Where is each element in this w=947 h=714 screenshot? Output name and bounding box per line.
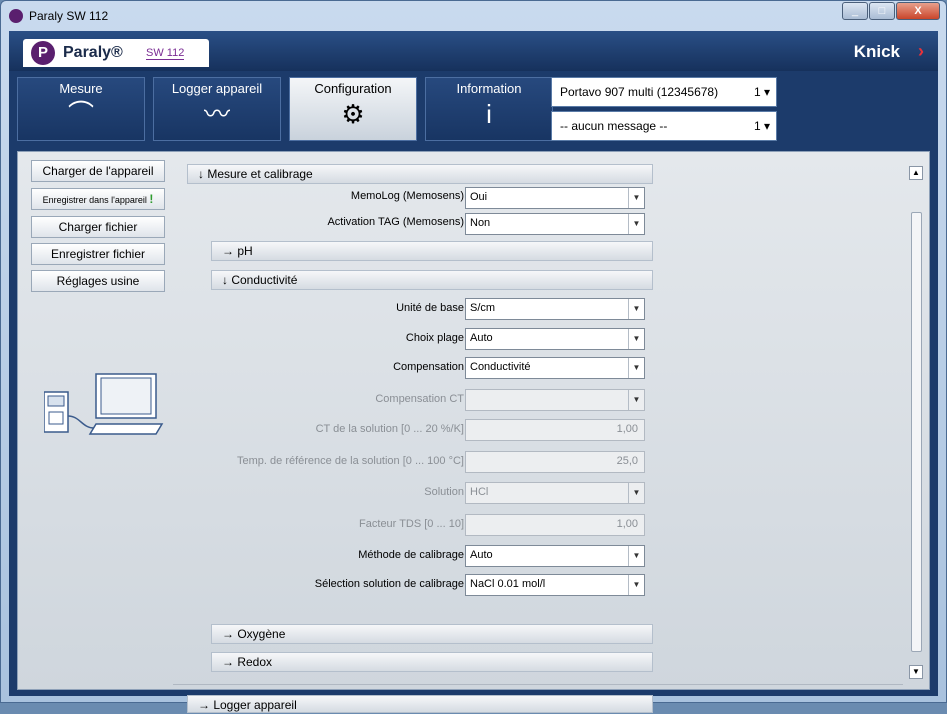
facteur-tds-label: Facteur TDS [0 ... 10] bbox=[359, 518, 464, 530]
logo-name: Paraly® bbox=[63, 44, 123, 61]
choix-plage-value: Auto bbox=[470, 332, 493, 344]
chevron-down-icon: ▼ bbox=[628, 483, 644, 503]
save-to-device-button[interactable]: Enregistrer dans l'appareil ! bbox=[31, 188, 165, 210]
scroll-thumb[interactable] bbox=[911, 212, 922, 652]
solution-value: HCl bbox=[470, 486, 489, 498]
selection-solution-select[interactable]: NaCl 0.01 mol/l ▼ bbox=[465, 574, 645, 596]
device-select-number: 1 ▾ bbox=[753, 85, 770, 99]
activation-tag-value: Non bbox=[470, 217, 491, 229]
section-conductivite[interactable]: ↓ Conductivité bbox=[211, 270, 653, 290]
methode-calibrage-value: Auto bbox=[470, 549, 493, 561]
tab-mesure[interactable]: Mesure ⌒ bbox=[17, 77, 145, 141]
application-window: Paraly SW 112 _ □ X P Paraly® SW 112 ≡ K… bbox=[0, 0, 947, 713]
unite-base-label: Unité de base bbox=[396, 302, 464, 314]
window-title: Paraly SW 112 bbox=[29, 9, 109, 23]
memolog-select[interactable]: Oui ▼ bbox=[465, 187, 645, 209]
app-header: P Paraly® SW 112 ≡ Knick › bbox=[9, 31, 938, 71]
vertical-scrollbar[interactable]: ▲ ▼ bbox=[906, 152, 928, 689]
tab-label: Configuration bbox=[314, 81, 392, 96]
section-redox[interactable]: → Redox bbox=[211, 652, 653, 672]
gear-icon: ⚙ bbox=[341, 99, 365, 129]
section-mesure-calibrage[interactable]: ↓ Mesure et calibrage bbox=[187, 164, 653, 184]
chevron-down-icon: ▼ bbox=[628, 329, 644, 349]
temp-reference-label: Temp. de référence de la solution [0 ...… bbox=[237, 455, 464, 467]
unite-base-select[interactable]: S/cm ▼ bbox=[465, 298, 645, 320]
chevron-down-icon: ▼ bbox=[628, 214, 644, 234]
compensation-value: Conductivité bbox=[470, 361, 531, 373]
load-from-device-button[interactable]: Charger de l'appareil bbox=[31, 160, 165, 182]
section-logger-appareil[interactable]: → Logger appareil bbox=[187, 695, 653, 713]
compensation-select[interactable]: Conductivité ▼ bbox=[465, 357, 645, 379]
knick-logo: Knick bbox=[853, 42, 900, 61]
message-select-number: 1 ▾ bbox=[753, 119, 770, 133]
selection-solution-value: NaCl 0.01 mol/l bbox=[470, 578, 546, 590]
solution-label: Solution bbox=[424, 486, 464, 498]
maximize-button[interactable]: □ bbox=[869, 2, 895, 20]
message-select-value: -- aucun message -- bbox=[560, 119, 668, 133]
tab-information[interactable]: Information i bbox=[425, 77, 553, 141]
section-ph[interactable]: → pH bbox=[211, 241, 653, 261]
computer-device-icon bbox=[44, 373, 164, 435]
facteur-tds-input: 1,00 bbox=[465, 514, 645, 536]
device-select[interactable]: Portavo 907 multi (12345678) 1 ▾ bbox=[551, 77, 777, 107]
app-body: P Paraly® SW 112 ≡ Knick › Mesure ⌒ Logg… bbox=[9, 31, 938, 713]
device-select-value: Portavo 907 multi (12345678) bbox=[560, 85, 719, 99]
section-oxygene[interactable]: → Oxygène bbox=[211, 624, 653, 644]
divider bbox=[173, 684, 903, 685]
chevron-down-icon: ▼ bbox=[628, 358, 644, 378]
window-controls: _ □ X bbox=[841, 2, 940, 20]
app-icon bbox=[9, 9, 23, 23]
compensation-ct-select: ▼ bbox=[465, 389, 645, 411]
chevron-down-icon: ▼ bbox=[628, 299, 644, 319]
tab-label: Information bbox=[456, 81, 522, 96]
paraly-logo: P Paraly® SW 112 bbox=[23, 39, 209, 67]
chevron-down-icon: ▼ bbox=[628, 390, 644, 410]
trend-line-icon: 〰 bbox=[203, 99, 230, 129]
scroll-down-icon[interactable]: ▼ bbox=[909, 665, 923, 679]
chevron-down-icon: ▼ bbox=[628, 575, 644, 595]
chevron-down-icon: ▼ bbox=[628, 546, 644, 566]
activation-tag-label: Activation TAG (Memosens) bbox=[327, 216, 464, 228]
selection-solution-label: Sélection solution de calibrage bbox=[314, 578, 464, 590]
knick-chevron-icon: › bbox=[918, 41, 924, 61]
activation-tag-select[interactable]: Non ▼ bbox=[465, 213, 645, 235]
temp-reference-input: 25,0 bbox=[465, 451, 645, 473]
ct-solution-label: CT de la solution [0 ... 20 %/K] bbox=[315, 423, 464, 435]
factory-settings-button[interactable]: Réglages usine bbox=[31, 270, 165, 292]
choix-plage-select[interactable]: Auto ▼ bbox=[465, 328, 645, 350]
configuration-panel: Charger de l'appareil Enregistrer dans l… bbox=[17, 151, 930, 713]
info-icon: i bbox=[486, 99, 492, 129]
tab-logger-appareil[interactable]: Logger appareil 〰 bbox=[153, 77, 281, 141]
compensation-label: Compensation bbox=[393, 361, 464, 373]
memolog-label: MemoLog (Memosens) bbox=[350, 190, 464, 202]
chevron-down-icon: ▼ bbox=[628, 188, 644, 208]
compensation-ct-label: Compensation CT bbox=[375, 393, 464, 405]
methode-calibrage-select[interactable]: Auto ▼ bbox=[465, 545, 645, 567]
tab-label: Mesure bbox=[59, 81, 103, 96]
save-file-button[interactable]: Enregistrer fichier bbox=[31, 243, 165, 265]
close-button[interactable]: X bbox=[896, 2, 940, 20]
ct-solution-input: 1,00 bbox=[465, 419, 645, 441]
unite-base-value: S/cm bbox=[470, 302, 496, 314]
tab-label: Logger appareil bbox=[171, 81, 263, 96]
save-to-device-label: Enregistrer dans l'appareil bbox=[42, 195, 147, 205]
scroll-up-icon[interactable]: ▲ bbox=[909, 166, 923, 180]
pending-mark-icon: ! bbox=[149, 192, 154, 206]
solution-select: HCl ▼ bbox=[465, 482, 645, 504]
load-file-button[interactable]: Charger fichier bbox=[31, 216, 165, 238]
choix-plage-label: Choix plage bbox=[405, 332, 464, 344]
menu-icon[interactable]: ≡ bbox=[199, 38, 207, 52]
title-bar: Paraly SW 112 _ □ X bbox=[1, 1, 946, 31]
tab-configuration[interactable]: Configuration ⚙ bbox=[289, 77, 417, 141]
memolog-value: Oui bbox=[470, 191, 488, 203]
gauge-icon: ⌒ bbox=[67, 99, 94, 129]
methode-calibrage-label: Méthode de calibrage bbox=[358, 549, 464, 561]
minimize-button[interactable]: _ bbox=[842, 2, 868, 20]
logo-version: SW 112 bbox=[146, 47, 185, 60]
paraly-logo-icon: P bbox=[31, 41, 55, 65]
message-select[interactable]: -- aucun message -- 1 ▾ bbox=[551, 111, 777, 141]
